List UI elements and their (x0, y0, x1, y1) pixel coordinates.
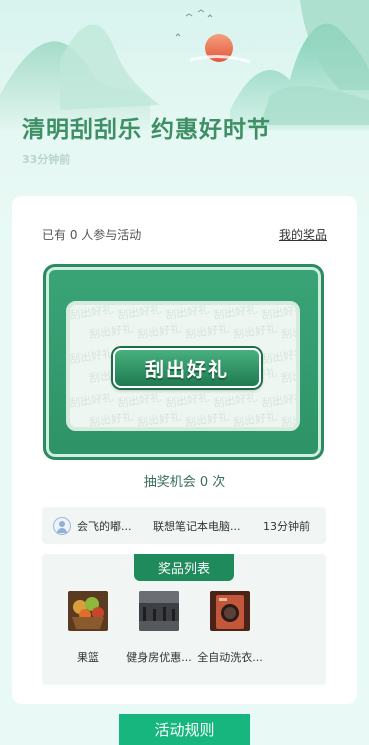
svg-text:刮出好礼: 刮出好礼 (70, 346, 114, 366)
fruit-basket-image (68, 591, 108, 631)
gym-image (139, 591, 179, 631)
prize-item-name: 健身房优惠... (126, 651, 192, 664)
svg-text:刮出好礼: 刮出好礼 (136, 409, 182, 427)
svg-text:刮出好礼: 刮出好礼 (164, 390, 210, 410)
svg-text:刮出好礼: 刮出好礼 (184, 321, 230, 341)
svg-text:刮出好礼: 刮出好礼 (280, 409, 296, 427)
svg-text:刮出好礼: 刮出好礼 (136, 321, 182, 341)
svg-text:刮出好礼: 刮出好礼 (212, 390, 258, 410)
activity-card: 已有 0 人参与活动 我的奖品 刮出好礼 刮出好礼 刮出好礼 刮出好礼 刮出好礼 刮出好礼… (12, 196, 357, 704)
winner-ticker: 会飞的嘟... 联想笔记本电脑... 13分钟前 (42, 507, 326, 544)
prize-list: 奖品列表 果篮 健身房优惠... 全自动洗衣... (42, 554, 326, 685)
user-avatar-icon (53, 516, 71, 535)
winner-prize: 联想笔记本电脑... (153, 519, 241, 533)
svg-text:刮出好礼: 刮出好礼 (232, 409, 278, 427)
svg-text:刮出好礼: 刮出好礼 (280, 365, 296, 385)
scratch-card-frame: 刮出好礼 刮出好礼 刮出好礼 刮出好礼 刮出好礼 刮出好礼 刮出好礼 刮出好礼 刮出好礼 刮出好礼… (43, 264, 324, 460)
svg-text:刮出好礼: 刮出好礼 (88, 409, 134, 427)
countdown-text: 33分钟前 (22, 153, 71, 166)
svg-text:刮出好礼: 刮出好礼 (116, 305, 162, 322)
svg-text:刮出好礼: 刮出好礼 (260, 305, 296, 322)
svg-text:刮出好礼: 刮出好礼 (232, 321, 278, 341)
washing-machine-image (210, 591, 250, 631)
svg-text:刮出好礼: 刮出好礼 (164, 305, 210, 322)
svg-text:刮出好礼: 刮出好礼 (280, 321, 296, 341)
svg-text:刮出好礼: 刮出好礼 (260, 390, 296, 410)
svg-text:刮出好礼: 刮出好礼 (184, 409, 230, 427)
svg-text:刮出好礼: 刮出好礼 (260, 346, 296, 366)
prize-item[interactable]: 全自动洗衣... (190, 591, 270, 665)
draw-chances: 抽奖机会 0 次 (143, 475, 226, 490)
svg-text:刮出好礼: 刮出好礼 (212, 305, 258, 322)
prize-item-name: 果篮 (77, 651, 99, 664)
winner-time: 13分钟前 (263, 519, 310, 533)
prize-list-title: 奖品列表 (134, 554, 234, 581)
activity-rules-button[interactable]: 活动规则 (119, 714, 250, 745)
scratch-button[interactable]: 刮出好礼 (113, 348, 261, 388)
winner-name: 会飞的嘟... (77, 519, 132, 533)
svg-text:刮出好礼: 刮出好礼 (116, 390, 162, 410)
svg-text:刮出好礼: 刮出好礼 (70, 390, 114, 410)
scratch-area[interactable]: 刮出好礼 刮出好礼 刮出好礼 刮出好礼 刮出好礼 刮出好礼 刮出好礼 刮出好礼 刮出好礼 刮出好礼… (66, 301, 300, 431)
prize-item[interactable]: 健身房优惠... (119, 591, 199, 665)
prize-item[interactable]: 果篮 (48, 591, 128, 665)
svg-text:刮出好礼: 刮出好礼 (88, 321, 134, 341)
participants-count: 已有 0 人参与活动 (42, 228, 142, 242)
page-title: 清明刮刮乐 约惠好时节 (22, 117, 272, 143)
prize-item-name: 全自动洗衣... (197, 651, 263, 664)
svg-text:刮出好礼: 刮出好礼 (70, 305, 114, 322)
my-prize-link[interactable]: 我的奖品 (279, 226, 327, 243)
